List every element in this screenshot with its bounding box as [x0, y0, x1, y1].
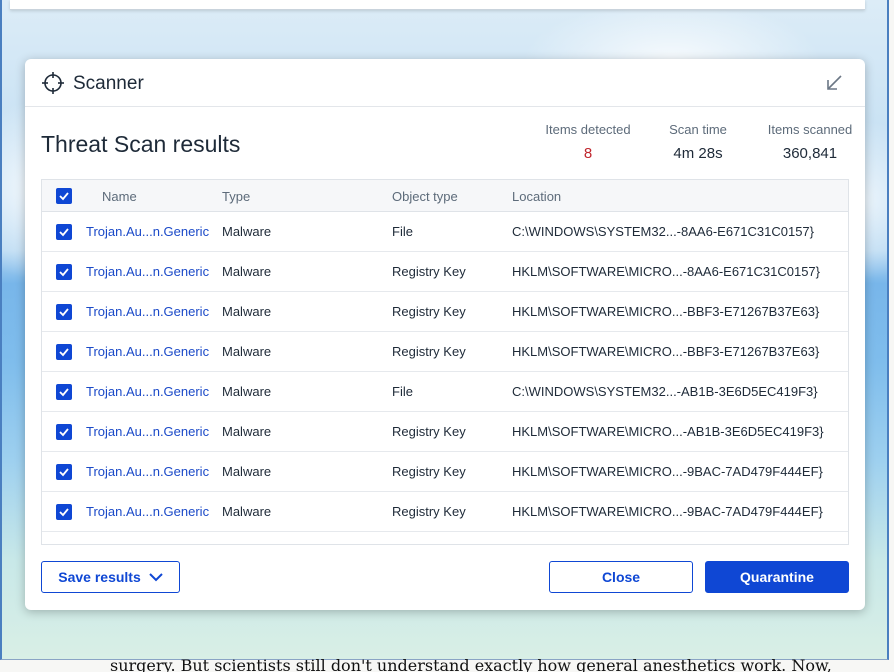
threat-name-link[interactable]: Trojan.Au...n.Generic	[86, 304, 209, 319]
table-row[interactable]: Trojan.Au...n.Generic Malware Registry Key…	[42, 252, 848, 292]
threat-type: Malware	[222, 344, 272, 359]
threat-name-link[interactable]: Trojan.Au...n.Generic	[86, 224, 209, 239]
object-type: Registry Key	[392, 304, 466, 319]
stat-value: 4m 28s	[673, 145, 723, 162]
table-row[interactable]: Trojan.Au...n.Generic Malware Registry Key…	[42, 412, 848, 452]
results-title: Threat Scan results	[41, 131, 241, 157]
row-checkbox[interactable]	[56, 224, 72, 240]
scanner-dialog: Scanner Threat Scan results Items detect…	[25, 59, 865, 610]
threat-location: HKLM\SOFTWARE\MICRO...-BBF3-E71267B37E63…	[512, 304, 820, 319]
column-header-location[interactable]: Location	[512, 189, 561, 204]
threat-name-link[interactable]: Trojan.Au...n.Generic	[86, 424, 209, 439]
row-checkbox[interactable]	[56, 264, 72, 280]
stat-value: 8	[583, 145, 593, 162]
threat-type: Malware	[222, 464, 272, 479]
checkmark-icon	[59, 388, 69, 397]
background-article-text: surgery. But scientists still don't unde…	[110, 656, 832, 672]
results-table: Name Type Object type Location Trojan.Au…	[41, 179, 849, 545]
object-type: File	[392, 384, 413, 399]
checkmark-icon	[59, 228, 69, 237]
threat-name-link[interactable]: Trojan.Au...n.Generic	[86, 464, 209, 479]
table-header: Name Type Object type Location	[42, 180, 848, 212]
threat-location: C:\WINDOWS\SYSTEM32...-8AA6-E671C31C0157…	[512, 224, 815, 239]
row-checkbox[interactable]	[56, 424, 72, 440]
chevron-down-icon	[149, 573, 163, 582]
object-type: File	[392, 224, 413, 239]
threat-type: Malware	[222, 264, 272, 279]
stat-value: 360,841	[782, 145, 838, 162]
crosshair-icon	[42, 72, 64, 94]
column-header-name[interactable]: Name	[102, 189, 137, 204]
threat-location: HKLM\SOFTWARE\MICRO...-9BAC-7AD479F444EF…	[512, 504, 823, 519]
table-row[interactable]: Trojan.Au...n.Generic Malware File C:\WINDO…	[42, 212, 848, 252]
threat-name-link[interactable]: Trojan.Au...n.Generic	[86, 504, 209, 519]
checkmark-icon	[59, 268, 69, 277]
stat-scan-time: Scan time 4m 28s	[665, 122, 731, 162]
checkmark-icon	[59, 192, 69, 201]
threat-location: HKLM\SOFTWARE\MICRO...-9BAC-7AD479F444EF…	[512, 464, 823, 479]
threat-location: HKLM\SOFTWARE\MICRO...-BBF3-E71267B37E63…	[512, 344, 820, 359]
threat-name-link[interactable]: Trojan.Au...n.Generic	[86, 264, 209, 279]
threat-type: Malware	[222, 504, 272, 519]
collapse-arrow-icon[interactable]	[825, 74, 843, 92]
checkmark-icon	[59, 348, 69, 357]
save-results-button[interactable]: Save results	[41, 561, 180, 593]
threat-location: C:\WINDOWS\SYSTEM32...-AB1B-3E6D5EC419F3…	[512, 384, 818, 399]
threat-type: Malware	[222, 224, 272, 239]
threat-location: HKLM\SOFTWARE\MICRO...-8AA6-E671C31C0157…	[512, 264, 821, 279]
threat-type: Malware	[222, 424, 272, 439]
column-header-object-type[interactable]: Object type	[392, 189, 458, 204]
object-type: Registry Key	[392, 264, 466, 279]
table-row[interactable]: Trojan.Au...n.Generic Malware Registry Key…	[42, 292, 848, 332]
dialog-header: Scanner	[25, 59, 865, 107]
threat-type: Malware	[222, 384, 272, 399]
threat-name-link[interactable]: Trojan.Au...n.Generic	[86, 384, 209, 399]
row-checkbox[interactable]	[56, 344, 72, 360]
table-row[interactable]: Trojan.Au...n.Generic Malware Registry Key…	[42, 492, 848, 532]
threat-location: HKLM\SOFTWARE\MICRO...-AB1B-3E6D5EC419F3…	[512, 424, 824, 439]
background-window-topbar	[10, 0, 865, 10]
row-checkbox[interactable]	[56, 384, 72, 400]
row-checkbox[interactable]	[56, 304, 72, 320]
checkmark-icon	[59, 508, 69, 517]
column-header-type[interactable]: Type	[222, 189, 250, 204]
save-results-label: Save results	[58, 569, 141, 585]
dialog-title: Scanner	[73, 73, 144, 94]
stat-label: Items scanned	[767, 122, 853, 137]
table-row[interactable]: Trojan.Au...n.Generic Malware Registry Key…	[42, 332, 848, 372]
object-type: Registry Key	[392, 464, 466, 479]
table-row[interactable]: Trojan.Au...n.Generic Malware Registry Key…	[42, 452, 848, 492]
threat-type: Malware	[222, 304, 272, 319]
object-type: Registry Key	[392, 504, 466, 519]
checkmark-icon	[59, 468, 69, 477]
row-checkbox[interactable]	[56, 504, 72, 520]
object-type: Registry Key	[392, 424, 466, 439]
stat-label: Items detected	[545, 122, 631, 137]
stat-items-detected: Items detected 8	[544, 122, 632, 162]
checkmark-icon	[59, 428, 69, 437]
select-all-checkbox[interactable]	[56, 188, 72, 204]
threat-name-link[interactable]: Trojan.Au...n.Generic	[86, 344, 209, 359]
close-button[interactable]: Close	[549, 561, 693, 593]
checkmark-icon	[59, 308, 69, 317]
row-checkbox[interactable]	[56, 464, 72, 480]
object-type: Registry Key	[392, 344, 466, 359]
quarantine-button[interactable]: Quarantine	[705, 561, 849, 593]
stat-label: Scan time	[669, 122, 727, 137]
table-row[interactable]: Trojan.Au...n.Generic Malware File C:\WINDO…	[42, 372, 848, 412]
stat-items-scanned: Items scanned 360,841	[765, 122, 855, 162]
